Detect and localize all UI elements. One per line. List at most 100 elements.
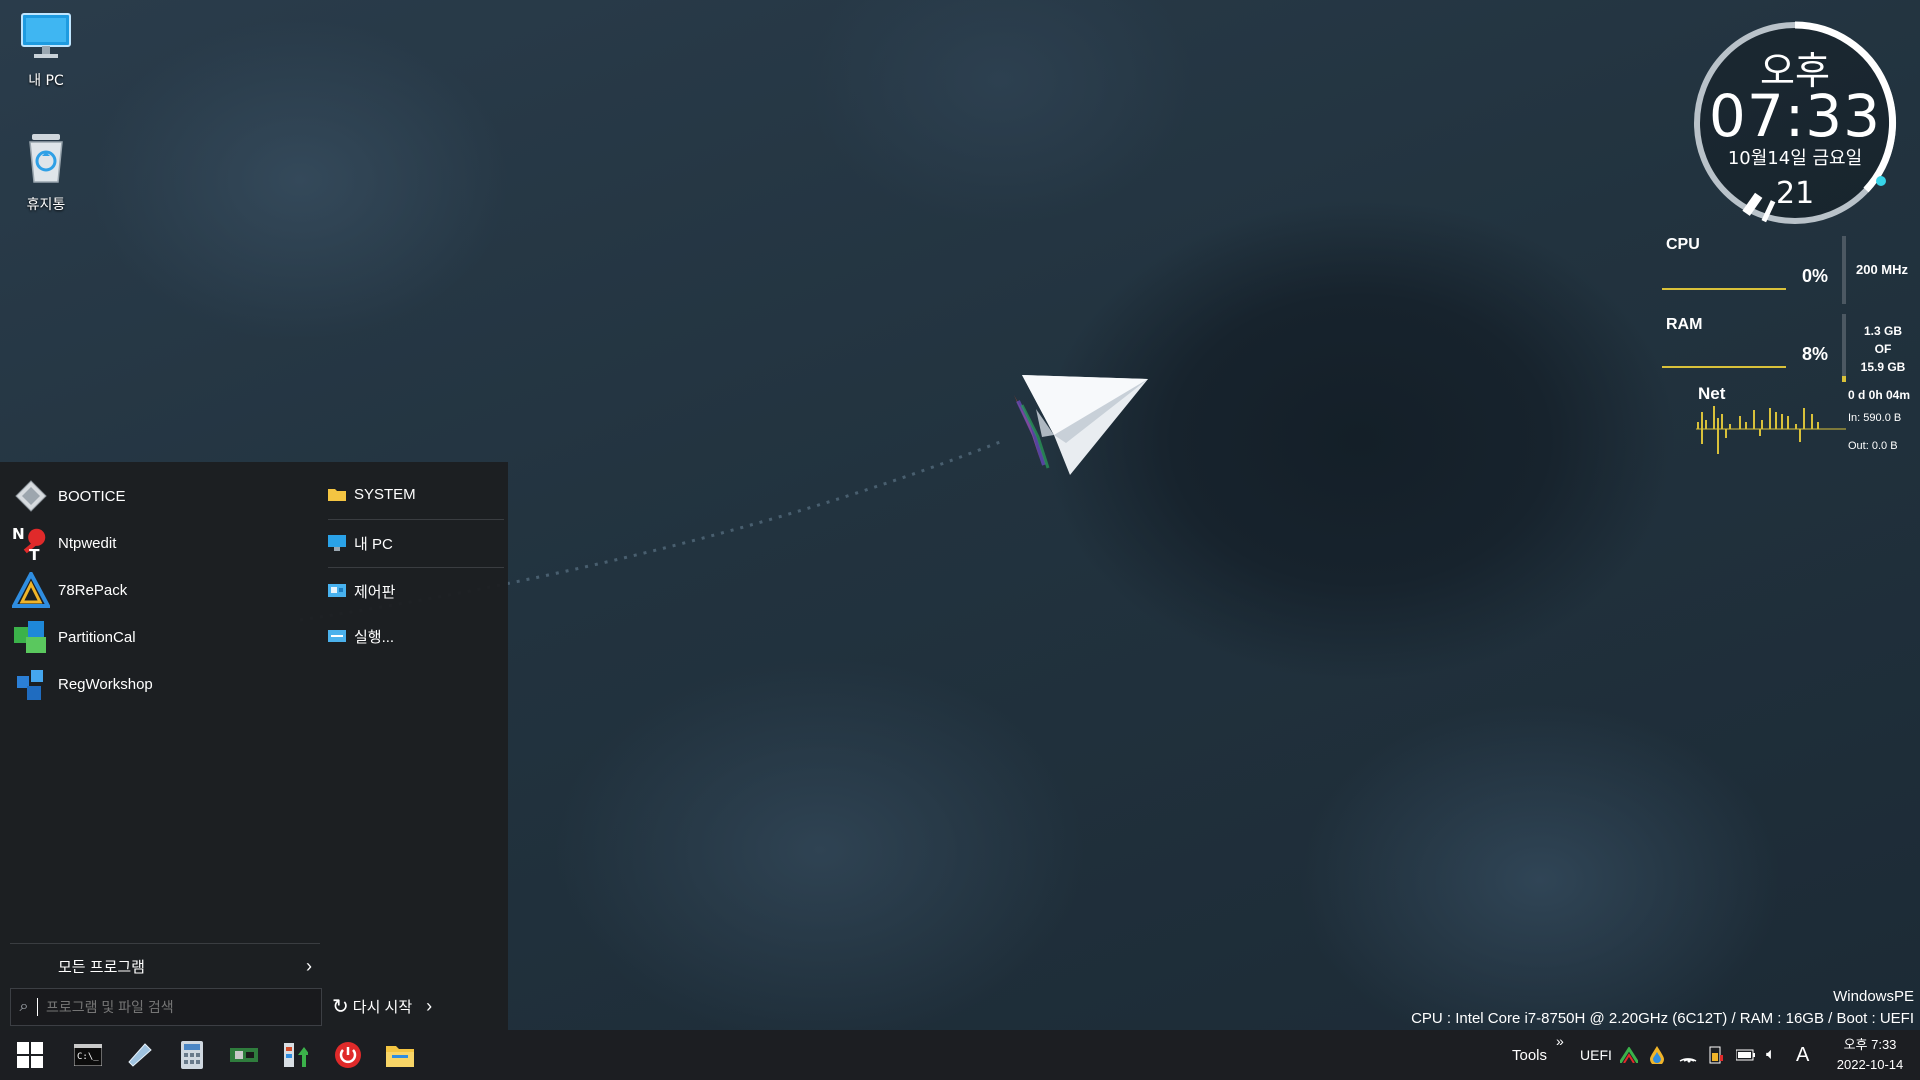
pinned-item-label: RegWorkshop bbox=[58, 675, 153, 693]
tray-network-graph-icon[interactable] bbox=[1620, 1030, 1638, 1080]
power-icon bbox=[335, 1042, 361, 1068]
tray-water-drop-icon[interactable] bbox=[1650, 1030, 1664, 1080]
installer-icon bbox=[284, 1043, 308, 1067]
ram-used: 1.3 GB bbox=[1863, 324, 1902, 338]
taskbar-calculator[interactable] bbox=[166, 1030, 218, 1080]
tray-wifi-icon[interactable] bbox=[1678, 1030, 1698, 1080]
taskbar-installer[interactable] bbox=[270, 1030, 322, 1080]
net-label: Net bbox=[1698, 384, 1726, 403]
hardware-icon bbox=[230, 1048, 258, 1062]
ram-bar bbox=[1842, 314, 1846, 382]
chevron-right-icon: › bbox=[306, 955, 312, 976]
ram-label: RAM bbox=[1666, 316, 1703, 333]
svg-text:C:\_: C:\_ bbox=[77, 1052, 99, 1062]
calculator-icon bbox=[181, 1041, 203, 1069]
desktop-icon-label: 내 PC bbox=[28, 73, 64, 89]
net-graph bbox=[1696, 406, 1846, 454]
ram-total: 15.9 GB bbox=[1860, 360, 1906, 374]
file-explorer-icon bbox=[386, 1046, 414, 1067]
taskbar-date: 2022-10-14 bbox=[1836, 1057, 1904, 1072]
ram-of: OF bbox=[1874, 342, 1892, 356]
ime-label: A bbox=[1796, 1043, 1810, 1066]
run-icon bbox=[328, 629, 350, 643]
taskbar-power[interactable] bbox=[322, 1030, 374, 1080]
tray-volume-icon[interactable]: 🔈︎ bbox=[1766, 1030, 1776, 1080]
uptime: 0 d 0h 04m bbox=[1848, 388, 1911, 402]
clock-date: 10월14일 금요일 bbox=[1727, 148, 1863, 169]
overflow-chevron-icon[interactable]: » bbox=[1556, 1016, 1564, 1066]
desktop-icon-recycle-bin[interactable]: 휴지통 bbox=[6, 130, 86, 214]
pinned-item-regworkshop[interactable]: RegWorkshop bbox=[12, 664, 153, 704]
cpu-percent: 0% bbox=[1802, 266, 1829, 286]
windowspe-label: WindowsPE bbox=[1833, 988, 1914, 1005]
recycle-bin-icon bbox=[29, 134, 63, 183]
restart-button[interactable]: ↻ 다시 시작 › bbox=[332, 988, 472, 1024]
clock-time: 07:33 bbox=[1708, 82, 1882, 150]
taskbar: C:\_ Tools » UEFI 🔈︎ A 오후 7:33 2022-10-1… bbox=[0, 1030, 1920, 1080]
system-monitor: CPU 0% 200 MHz RAM 8% 1.3 GB OF 15.9 GB … bbox=[1660, 236, 1918, 466]
pinned-item-ntpwedit[interactable]: NT Ntpwedit bbox=[12, 523, 116, 563]
monitor-icon bbox=[21, 13, 71, 58]
pinned-item-partitioncal[interactable]: PartitionCal bbox=[12, 617, 136, 657]
pinned-item-label: Ntpwedit bbox=[58, 534, 117, 552]
restart-icon: ↻ bbox=[332, 995, 349, 1018]
quick-link-system[interactable]: SYSTEM bbox=[328, 472, 504, 516]
start-menu: BOOTICE NT Ntpwedit 78RePack PartitionCa… bbox=[0, 462, 508, 1030]
quick-link-label: 내 PC bbox=[354, 535, 393, 553]
partitioncal-icon bbox=[12, 619, 50, 655]
quick-link-control-panel[interactable]: 제어판 bbox=[328, 569, 504, 613]
cpu-label: CPU bbox=[1666, 236, 1700, 253]
text-cursor bbox=[37, 998, 38, 1016]
svg-text:T: T bbox=[29, 546, 40, 563]
menu-divider bbox=[10, 943, 320, 944]
taskbar-file-explorer[interactable] bbox=[374, 1030, 426, 1080]
system-info-text: CPU : Intel Core i7-8750H @ 2.20GHz (6C1… bbox=[1411, 1010, 1914, 1027]
uefi-indicator: UEFI bbox=[1580, 1030, 1612, 1080]
taskbar-hardware[interactable] bbox=[218, 1030, 270, 1080]
taskbar-clock[interactable]: 오후 7:33 2022-10-14 bbox=[1824, 1030, 1916, 1080]
uefi-label: UEFI bbox=[1580, 1047, 1612, 1063]
folder-icon bbox=[328, 487, 350, 501]
search-box[interactable]: ⌕ bbox=[10, 988, 322, 1026]
quick-link-run[interactable]: 실행... bbox=[328, 614, 504, 658]
cpu-bar bbox=[1842, 236, 1846, 304]
net-out: Out: 0.0 B bbox=[1848, 440, 1898, 452]
pinned-item-78repack[interactable]: 78RePack bbox=[12, 570, 127, 610]
quick-link-my-pc[interactable]: 내 PC bbox=[328, 521, 504, 565]
start-button[interactable] bbox=[4, 1030, 56, 1080]
svg-text:N: N bbox=[12, 525, 25, 543]
clock-seconds: 21 bbox=[1776, 176, 1815, 211]
bootice-icon bbox=[12, 478, 50, 514]
all-programs-label: 모든 프로그램 bbox=[58, 958, 145, 976]
pinned-item-label: BOOTICE bbox=[58, 487, 126, 505]
quick-link-label: SYSTEM bbox=[354, 485, 416, 503]
taskbar-drive-tool[interactable] bbox=[114, 1030, 166, 1080]
taskbar-cmd[interactable]: C:\_ bbox=[62, 1030, 114, 1080]
windows-start-icon bbox=[17, 1042, 43, 1068]
computer-icon bbox=[328, 535, 350, 551]
tray-battery-status-icon[interactable] bbox=[1708, 1030, 1724, 1080]
pen-drive-icon bbox=[128, 1043, 152, 1067]
desktop-icon-my-pc[interactable]: 내 PC bbox=[6, 10, 86, 90]
desktop-icon-label: 휴지통 bbox=[26, 197, 66, 213]
search-input[interactable] bbox=[44, 998, 321, 1016]
quick-link-label: 실행... bbox=[354, 628, 395, 646]
taskbar-time: 오후 7:33 bbox=[1843, 1037, 1897, 1052]
tools-toolbar[interactable]: Tools bbox=[1512, 1030, 1547, 1080]
tray-battery-icon[interactable] bbox=[1736, 1030, 1756, 1080]
all-programs-button[interactable]: 모든 프로그램 › bbox=[10, 946, 320, 986]
control-panel-icon bbox=[328, 583, 350, 599]
pinned-item-label: PartitionCal bbox=[58, 628, 136, 646]
chevron-right-icon: › bbox=[426, 995, 433, 1016]
cmd-icon: C:\_ bbox=[74, 1044, 102, 1066]
ntpwedit-icon: NT bbox=[12, 525, 50, 563]
regworkshop-icon bbox=[12, 666, 50, 702]
pinned-item-label: 78RePack bbox=[58, 581, 128, 599]
restart-label: 다시 시작 bbox=[352, 998, 413, 1016]
ime-indicator[interactable]: A bbox=[1796, 1030, 1809, 1080]
pinned-item-bootice[interactable]: BOOTICE bbox=[12, 476, 126, 516]
78repack-icon bbox=[12, 572, 50, 608]
ram-percent: 8% bbox=[1802, 344, 1829, 364]
quick-link-label: 제어판 bbox=[354, 583, 396, 601]
menu-divider bbox=[328, 519, 504, 520]
